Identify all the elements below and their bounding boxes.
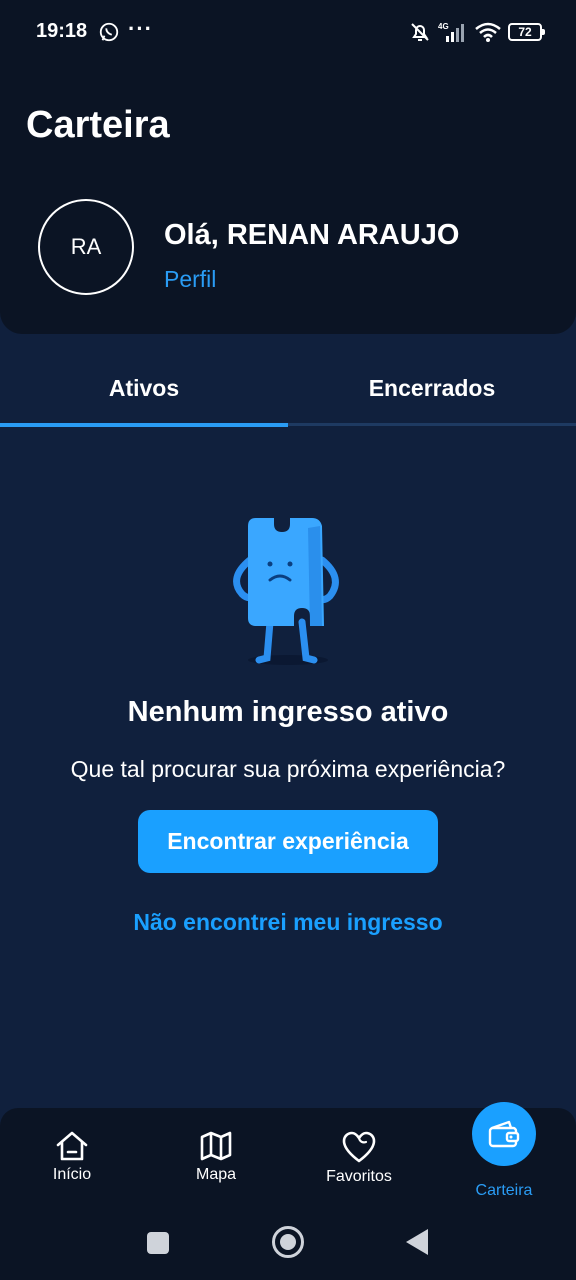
ticket-not-found-link[interactable]: Não encontrei meu ingresso xyxy=(0,909,576,936)
nav-label-carteira: Carteira xyxy=(475,1182,533,1199)
header: 19:18 ··· 4G 72 Carteira RA Olá, RENAN A… xyxy=(0,0,576,334)
status-bar: 19:18 ··· 4G 72 xyxy=(0,0,576,64)
avatar[interactable]: RA xyxy=(38,199,134,295)
wifi-icon xyxy=(475,22,501,42)
nav-item-favoritos[interactable]: Favoritos xyxy=(299,1130,419,1186)
nav-label-mapa: Mapa xyxy=(195,1166,237,1183)
nav-item-inicio[interactable]: Início xyxy=(12,1130,132,1184)
nav-item-mapa[interactable]: Mapa xyxy=(156,1130,276,1184)
tab-ativos[interactable]: Ativos xyxy=(0,350,288,428)
sad-ticket-mascot-icon xyxy=(233,518,339,665)
nav-item-carteira[interactable] xyxy=(472,1102,536,1166)
find-experience-button[interactable]: Encontrar experiência xyxy=(138,810,438,873)
profile-link[interactable]: Perfil xyxy=(164,266,216,293)
empty-state-subtitle: Que tal procurar sua próxima experiência… xyxy=(70,756,506,782)
more-notifications-icon: ··· xyxy=(128,16,153,41)
map-icon xyxy=(200,1131,232,1161)
whatsapp-icon xyxy=(99,22,119,42)
page-title: Carteira xyxy=(26,104,170,146)
tab-active-indicator xyxy=(0,423,288,427)
empty-state-title: Nenhum ingresso ativo xyxy=(127,696,449,728)
nav-label-favoritos: Favoritos xyxy=(326,1168,392,1185)
home-icon xyxy=(56,1131,88,1161)
battery-icon: 72 xyxy=(508,23,545,41)
status-time: 19:18 xyxy=(36,20,88,42)
nav-label-inicio: Início xyxy=(52,1166,92,1183)
signal-icon: 4G xyxy=(438,22,464,42)
battery-level: 72 xyxy=(518,25,532,39)
greeting: Olá, RENAN ARAUJO xyxy=(164,219,460,251)
back-button[interactable] xyxy=(406,1229,428,1255)
recents-button[interactable] xyxy=(147,1232,169,1254)
tab-ativos-label: Ativos xyxy=(108,375,180,401)
network-label: 4G xyxy=(438,22,449,31)
bell-muted-icon xyxy=(411,23,429,41)
status-icons: 4G 72 xyxy=(408,18,545,46)
tab-bar: Ativos Encerrados xyxy=(0,350,576,428)
tab-encerrados[interactable]: Encerrados xyxy=(288,350,576,428)
heart-icon xyxy=(342,1131,376,1163)
avatar-initials: RA xyxy=(70,234,102,259)
tab-encerrados-label: Encerrados xyxy=(368,375,496,401)
wallet-icon xyxy=(488,1120,520,1148)
home-button[interactable] xyxy=(272,1226,304,1258)
